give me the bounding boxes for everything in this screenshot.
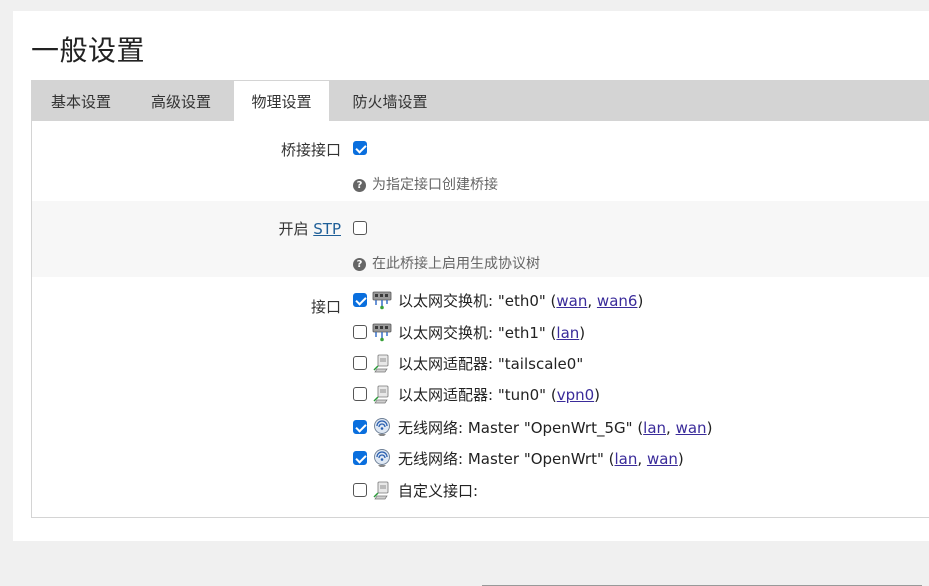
interface-checkbox[interactable] xyxy=(353,293,367,307)
tab-basic[interactable]: 基本设置 xyxy=(32,81,130,121)
interface-checkbox[interactable] xyxy=(353,387,367,401)
ethernet-adapter-icon xyxy=(372,384,392,404)
help-icon: ? xyxy=(353,179,366,192)
ethernet-adapter-icon xyxy=(372,480,392,500)
network-link-lan[interactable]: lan xyxy=(615,450,638,468)
stp-row: 开启 STP ? 在此桥接上启用生成协议树 xyxy=(32,201,929,277)
settings-page: 一般设置 基本设置 高级设置 物理设置 防火墙设置 桥接接口 ? 为指定接口创建桥… xyxy=(13,11,929,586)
network-link-wan6[interactable]: wan6 xyxy=(597,292,638,310)
page-title: 一般设置 xyxy=(31,34,146,67)
network-link-wan[interactable]: wan xyxy=(647,450,678,468)
wireless-icon xyxy=(372,417,392,437)
bridge-checkbox[interactable] xyxy=(353,141,367,155)
stp-link[interactable]: STP xyxy=(313,220,341,238)
interface-checkbox[interactable] xyxy=(353,451,367,465)
interface-label: 以太网适配器: "tailscale0" xyxy=(398,355,584,373)
tab-advanced[interactable]: 高级设置 xyxy=(132,81,230,121)
bridge-label: 桥接接口 xyxy=(280,141,341,159)
tab-bar: 基本设置 高级设置 物理设置 防火墙设置 xyxy=(32,81,929,122)
network-link-wan[interactable]: wan xyxy=(556,292,587,310)
bridge-hint-text: 为指定接口创建桥接 xyxy=(372,177,498,193)
bridge-row: 桥接接口 ? 为指定接口创建桥接 xyxy=(32,122,929,201)
network-link-lan[interactable]: lan xyxy=(556,324,579,342)
network-link-vpn0[interactable]: vpn0 xyxy=(557,386,594,404)
interface-checkbox[interactable] xyxy=(353,325,367,339)
ethernet-switch-icon xyxy=(372,290,392,310)
settings-panel: 基本设置 高级设置 物理设置 防火墙设置 桥接接口 ? 为指定接口创建桥接 开启 … xyxy=(31,80,929,586)
stp-label-prefix: 开启 xyxy=(278,220,309,238)
help-icon: ? xyxy=(353,258,366,271)
wireless-icon xyxy=(372,448,392,468)
stp-hint-text: 在此桥接上启用生成协议树 xyxy=(372,256,540,272)
interface-label: 自定义接口: xyxy=(398,482,479,500)
tab-physical[interactable]: 物理设置 xyxy=(234,81,329,122)
interfaces-row: 接口 以太网交换机: "eth0" (wan, wan6) 以太网交换机: "et… xyxy=(32,277,929,586)
bridge-hint: ? 为指定接口创建桥接 xyxy=(353,174,498,194)
interfaces-label: 接口 xyxy=(310,298,341,316)
interface-checkbox[interactable] xyxy=(353,356,367,370)
interface-label: 以太网交换机: "eth0" (wan, wan6) xyxy=(398,292,644,310)
stp-label: 开启 STP xyxy=(278,218,341,239)
tab-firewall[interactable]: 防火墙设置 xyxy=(335,81,445,121)
interface-label: 以太网适配器: "tun0" (vpn0) xyxy=(398,386,600,404)
interface-checkbox[interactable] xyxy=(353,483,367,497)
interface-label: 以太网交换机: "eth1" (lan) xyxy=(398,324,586,342)
stp-hint: ? 在此桥接上启用生成协议树 xyxy=(353,253,540,273)
stp-checkbox[interactable] xyxy=(353,221,367,235)
interface-label: 无线网络: Master "OpenWrt_5G" (lan, wan) xyxy=(398,419,713,437)
interface-checkbox[interactable] xyxy=(353,420,367,434)
network-link-lan[interactable]: lan xyxy=(643,419,666,437)
ethernet-adapter-icon xyxy=(372,353,392,373)
custom-interface-input[interactable] xyxy=(482,565,922,586)
network-link-wan[interactable]: wan xyxy=(676,419,707,437)
interface-label: 无线网络: Master "OpenWrt" (lan, wan) xyxy=(398,450,684,468)
ethernet-switch-icon xyxy=(372,322,392,342)
